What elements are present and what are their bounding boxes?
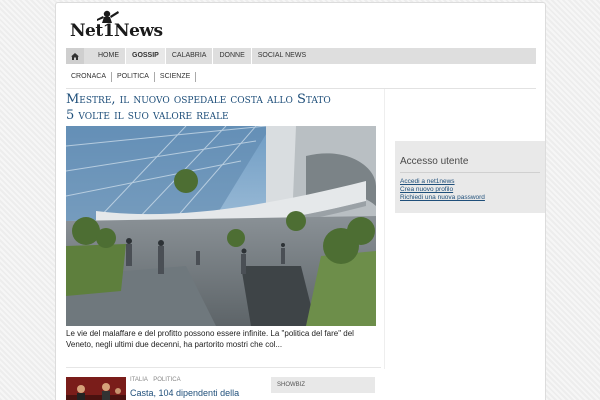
register-link[interactable]: Crea nuovo profilo [400,186,485,194]
home-icon [71,52,79,60]
story-categories: ITALIA POLITICA [130,377,181,383]
story-thumbnail[interactable] [66,377,126,400]
login-box: Accesso utente Accedi a net1news Crea nu… [395,141,545,213]
reset-password-link[interactable]: Richiedi una nuova password [400,194,485,202]
story-title-link[interactable]: Casta, 104 dipendenti della Camera guada… [130,387,240,400]
subnav-item-cronaca[interactable]: CRONACA [66,72,113,82]
story-divider [66,367,381,368]
nav-item-social-news[interactable]: SOCIAL NEWS [250,48,312,64]
page-container: Net1News HOME GOSSIP CALABRIA DONNE SOCI… [55,2,546,400]
featured-excerpt: Le vie del malaffare e del profitto poss… [66,329,354,349]
home-button[interactable] [66,48,84,64]
nav-item-calabria[interactable]: CALABRIA [164,48,213,64]
category-label[interactable]: POLITICA [153,377,180,383]
column-divider [384,89,385,369]
logo-text: Net1News [70,21,163,41]
nav-item-gossip[interactable]: GOSSIP [125,48,165,64]
nav-item-donne[interactable]: DONNE [212,48,250,64]
login-title: Accesso utente [400,156,469,167]
featured-image[interactable] [66,126,376,326]
header-divider [66,88,536,89]
login-link[interactable]: Accedi a net1news [400,178,485,186]
headline-line-1: Mestre, il nuovo ospedale costa allo Sta… [66,92,331,107]
headline-line-2: 5 volte il suo valore reale [66,108,229,123]
login-links: Accedi a net1news Crea nuovo profilo Ric… [400,178,485,202]
category-label[interactable]: ITALIA [130,377,148,383]
sub-nav: CRONACA POLITICA SCIENZE [66,70,197,84]
nav-item-home[interactable]: HOME [92,48,125,64]
main-nav: HOME GOSSIP CALABRIA DONNE SOCIAL NEWS [66,48,536,64]
site-logo[interactable]: Net1News [70,9,163,43]
featured-headline-link[interactable]: Mestre, il nuovo ospedale costa allo Sta… [66,92,366,124]
showbiz-tab[interactable]: SHOWBIZ [271,377,375,393]
login-divider [400,172,540,173]
subnav-item-scienze[interactable]: SCIENZE [155,72,197,82]
subnav-item-politica[interactable]: POLITICA [112,72,155,82]
